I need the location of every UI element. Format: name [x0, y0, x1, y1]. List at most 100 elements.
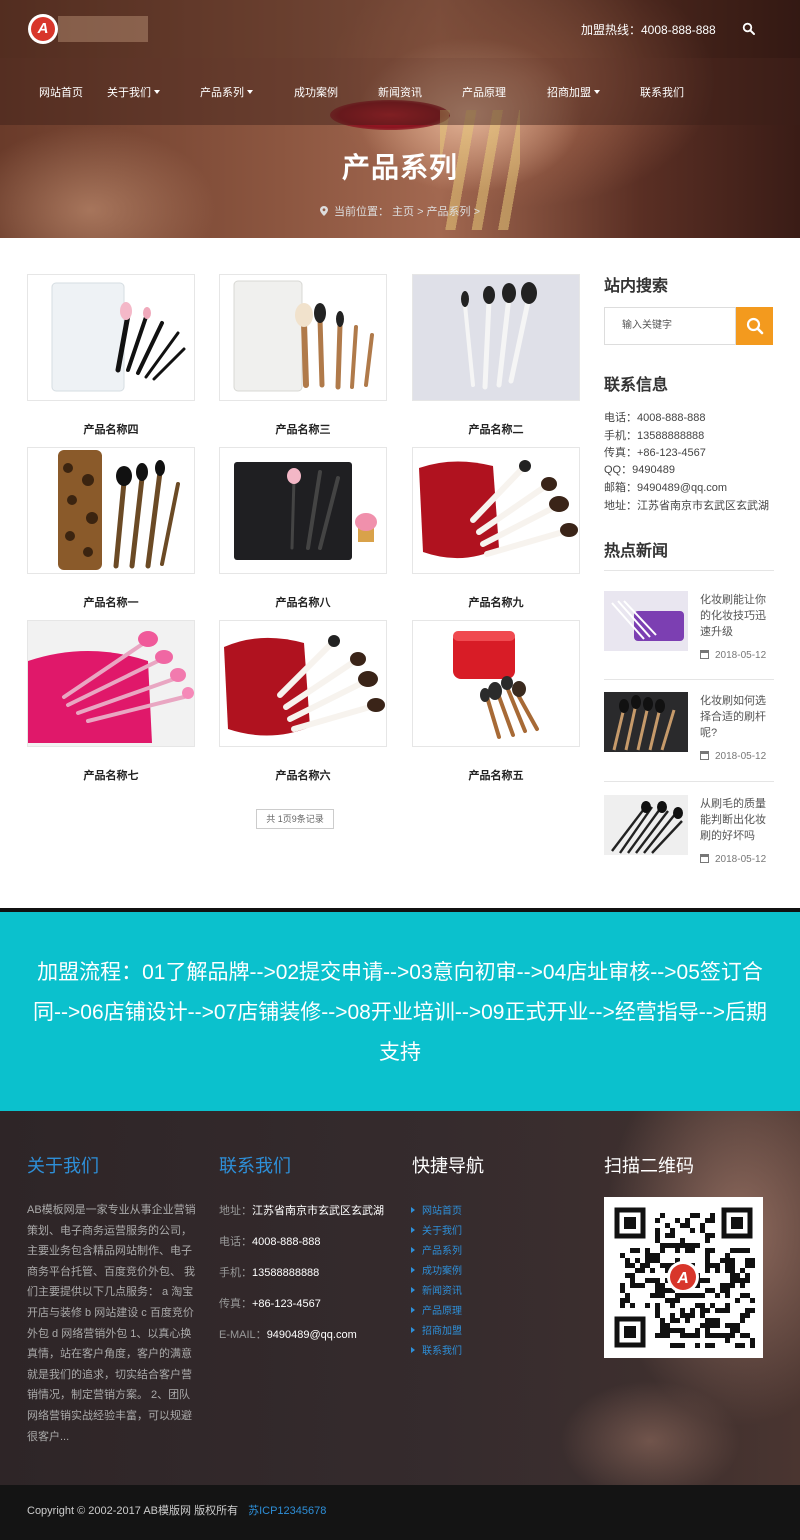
qr-module [710, 1248, 715, 1253]
qr-module [705, 1333, 710, 1338]
chevron-down-icon [594, 90, 600, 94]
nav-item-principle[interactable]: 产品原理 [462, 84, 506, 100]
search-input[interactable]: 输入关键字 [604, 307, 736, 345]
footer-link-products[interactable]: 产品系列 [411, 1242, 462, 1257]
chevron-down-icon [154, 90, 160, 94]
qr-module [625, 1273, 630, 1278]
copyright-text: Copyright © 2002-2017 AB模版网 版权所有 [27, 1505, 239, 1517]
product-card[interactable]: 产品名称五 [412, 620, 580, 783]
qr-module [715, 1333, 720, 1338]
product-image[interactable] [412, 447, 580, 574]
qr-module [720, 1283, 725, 1288]
product-image[interactable] [219, 274, 387, 401]
product-name[interactable]: 产品名称六 [219, 767, 387, 783]
qr-module [740, 1318, 745, 1323]
qr-module [710, 1333, 715, 1338]
product-name[interactable]: 产品名称二 [412, 421, 580, 437]
qr-module [735, 1278, 740, 1283]
page-title: 产品系列 [341, 152, 458, 183]
qr-module [685, 1318, 690, 1323]
product-name[interactable]: 产品名称一 [27, 594, 195, 610]
nav-item-news[interactable]: 新闻资讯 [378, 84, 422, 100]
footer-link-news[interactable]: 新闻资讯 [411, 1282, 462, 1297]
qr-module [665, 1223, 670, 1228]
product-image[interactable] [219, 447, 387, 574]
news-thumbnail[interactable] [604, 591, 688, 651]
footer-link-contact[interactable]: 联系我们 [411, 1342, 462, 1357]
qr-module [740, 1333, 745, 1338]
footer-link-home[interactable]: 网站首页 [411, 1202, 462, 1217]
qr-module [655, 1218, 660, 1223]
qr-module [640, 1283, 645, 1288]
news-item[interactable]: 化妆刷能让你的化妆技巧迅速升级 2018-05-12 [604, 570, 774, 680]
product-card[interactable]: 产品名称八 [219, 447, 387, 610]
qr-module [680, 1308, 685, 1313]
product-card[interactable]: 产品名称三 [219, 274, 387, 437]
product-name[interactable]: 产品名称四 [27, 421, 195, 437]
footer-link-about[interactable]: 关于我们 [411, 1222, 462, 1237]
qr-module [655, 1253, 660, 1258]
qr-module [645, 1263, 650, 1268]
news-title[interactable]: 化妆刷能让你的化妆技巧迅速升级 [700, 592, 772, 640]
news-item[interactable]: 从刷毛的质量能判断出化妆刷的好坏吗 2018-05-12 [604, 782, 774, 882]
news-thumbnail[interactable] [604, 795, 688, 855]
qr-module [655, 1288, 660, 1293]
product-image[interactable] [219, 620, 387, 747]
qr-module [675, 1218, 680, 1223]
qr-module [735, 1298, 740, 1303]
qr-module [730, 1273, 735, 1278]
qr-module [670, 1303, 675, 1308]
nav-item-products[interactable]: 产品系列 [200, 84, 253, 100]
qr-module [705, 1278, 710, 1283]
qr-module [630, 1278, 635, 1283]
brush-set-image [51, 282, 186, 392]
icp-link[interactable]: 苏ICP12345678 [248, 1505, 326, 1517]
search-button[interactable] [736, 307, 773, 345]
chevron-down-icon [247, 90, 253, 94]
nav-item-cases[interactable]: 成功案例 [294, 84, 338, 100]
product-name[interactable]: 产品名称七 [27, 767, 195, 783]
footer-link-franchise[interactable]: 招商加盟 [411, 1322, 462, 1337]
hero-banner: A 加盟热线：4008-888-888 网站首页 关于我们 产品系列 成功案例 … [0, 0, 800, 238]
product-card[interactable]: 产品名称二 [412, 274, 580, 437]
news-title[interactable]: 化妆刷如何选择合适的刷杆呢? [700, 693, 772, 741]
qr-module [710, 1323, 715, 1328]
product-name[interactable]: 产品名称八 [219, 594, 387, 610]
footer-link-cases[interactable]: 成功案例 [411, 1262, 462, 1277]
product-image[interactable] [27, 274, 195, 401]
product-name[interactable]: 产品名称三 [219, 421, 387, 437]
qr-module [675, 1248, 680, 1253]
news-thumbnail[interactable] [604, 692, 688, 752]
qr-module [675, 1328, 680, 1333]
breadcrumb: 当前位置： 主页 > 产品系列 > [0, 203, 800, 219]
footer-contact-title: 联系我们 [219, 1156, 291, 1176]
product-card[interactable]: 产品名称四 [27, 274, 195, 437]
nav-item-about[interactable]: 关于我们 [107, 84, 160, 100]
product-card[interactable]: 产品名称六 [219, 620, 387, 783]
nav-item-home[interactable]: 网站首页 [39, 84, 83, 100]
qr-module [735, 1343, 740, 1348]
qr-module [690, 1333, 695, 1338]
product-image[interactable] [412, 620, 580, 747]
product-name[interactable]: 产品名称九 [412, 594, 580, 610]
footer-contact-mobile: 手机：13588888888 [219, 1267, 320, 1279]
product-name[interactable]: 产品名称五 [412, 767, 580, 783]
news-item[interactable]: 化妆刷如何选择合适的刷杆呢? 2018-05-12 [604, 680, 774, 782]
qr-module [640, 1263, 645, 1268]
product-image[interactable] [412, 274, 580, 401]
qr-module [735, 1248, 740, 1253]
product-card[interactable]: 产品名称七 [27, 620, 195, 783]
product-image[interactable] [27, 620, 195, 747]
product-card[interactable]: 产品名称九 [412, 447, 580, 610]
qr-module [660, 1248, 665, 1253]
footer-link-principle[interactable]: 产品原理 [411, 1302, 462, 1317]
news-title[interactable]: 从刷毛的质量能判断出化妆刷的好坏吗 [700, 796, 772, 844]
nav-item-contact[interactable]: 联系我们 [640, 84, 684, 100]
site-logo[interactable]: A [28, 14, 58, 44]
product-image[interactable] [27, 447, 195, 574]
search-icon[interactable] [742, 22, 756, 36]
qr-module [695, 1243, 700, 1248]
product-card[interactable]: 产品名称一 [27, 447, 195, 610]
qr-module [665, 1263, 670, 1268]
nav-item-franchise[interactable]: 招商加盟 [547, 84, 600, 100]
